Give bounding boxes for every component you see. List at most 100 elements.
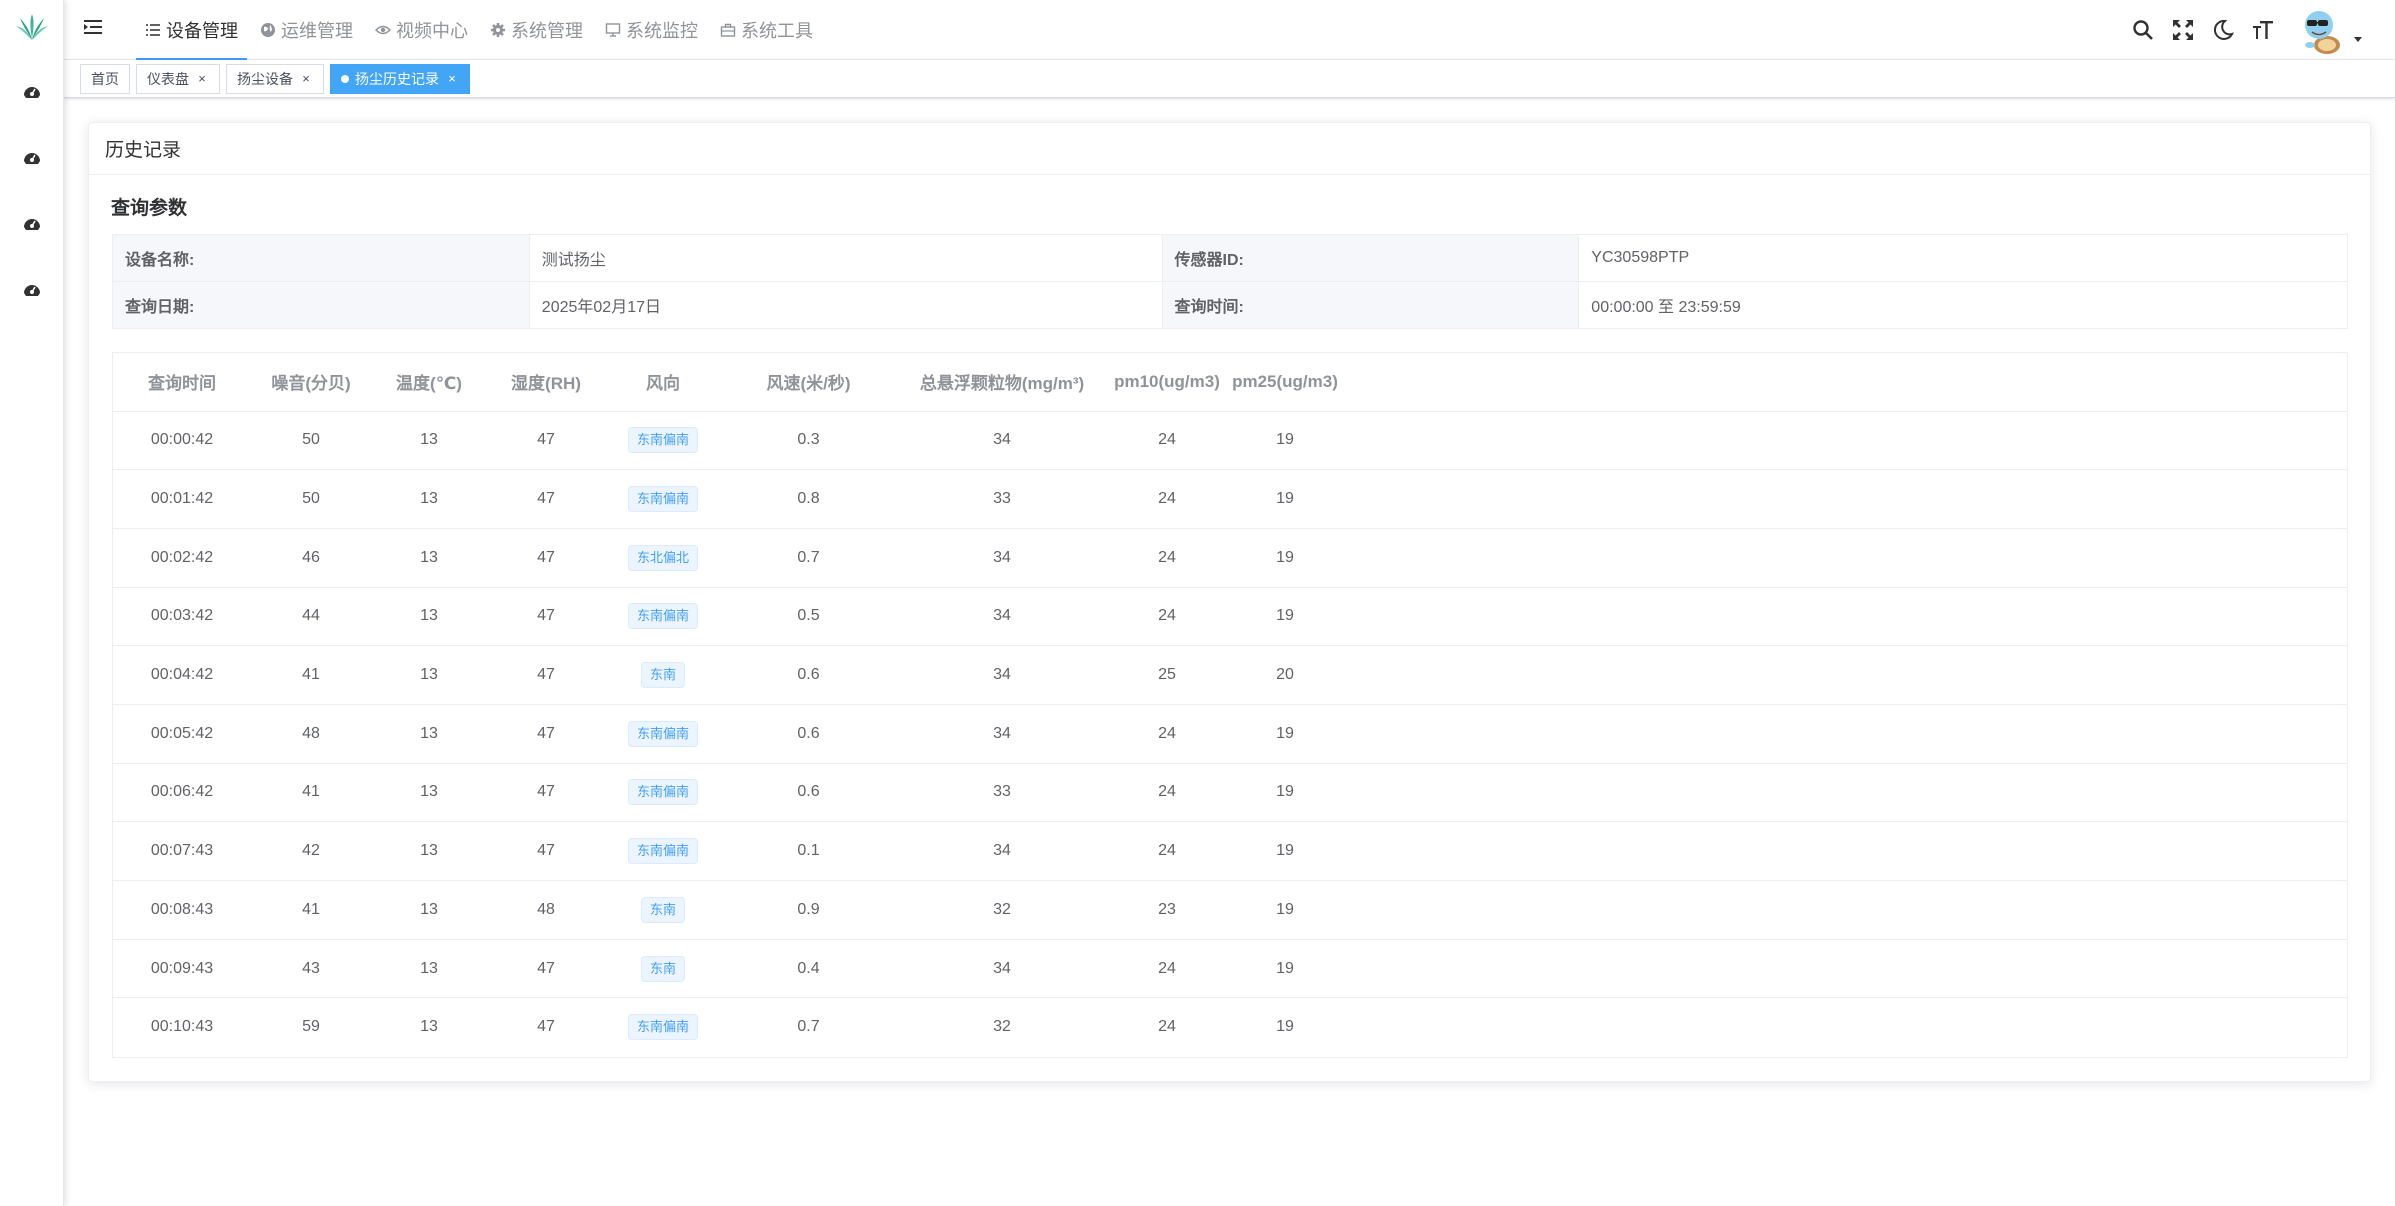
avatar[interactable] [2297, 5, 2347, 55]
menu-item-device-management[interactable]: 设备管理 [134, 0, 249, 60]
col-wind-direction-cell: 东北偏北 [605, 528, 721, 588]
menu-item-system-monitor[interactable]: 系统监控 [594, 0, 709, 60]
device-name-value: 测试扬尘 [528, 234, 1163, 282]
filler-cell [1344, 528, 2347, 588]
menu-item-label: 视频中心 [396, 21, 468, 41]
filler-cell [1344, 469, 2347, 529]
col-wind-direction-cell: 东南偏南 [605, 763, 721, 823]
wind-direction-tag: 东南偏南 [627, 486, 698, 513]
col-query-time-cell: 00:03:42 [113, 587, 251, 647]
col-query-time-cell: 00:07:43 [113, 821, 251, 881]
col-wind-direction-cell: 东南偏南 [605, 998, 721, 1057]
filler-cell [1344, 998, 2347, 1057]
col-pm10-cell: 23 [1108, 880, 1226, 940]
col-noise-cell: 50 [251, 469, 371, 529]
card-title: 历史记录 [105, 140, 182, 161]
col-pm10-cell: 24 [1108, 411, 1226, 471]
col-humidity-cell: 47 [487, 763, 605, 823]
history-card: 历史记录 查询参数 设备名称: 测试扬尘 传感器ID: YC30598PTP 查… [88, 122, 2371, 1082]
col-tsp-cell: 34 [896, 939, 1108, 999]
col-temperature-cell: 13 [371, 704, 487, 764]
col-wind-speed-cell: 0.1 [721, 821, 896, 881]
col-temperature-cell: 13 [420, 1018, 438, 1036]
menu-item-ops-management[interactable]: 运维管理 [249, 0, 364, 60]
theme-toggle-button[interactable] [2203, 10, 2243, 50]
col-wind-speed-cell: 0.6 [721, 645, 896, 705]
col-temperature-cell: 13 [371, 411, 487, 471]
menu-item-label: 系统工具 [741, 21, 813, 41]
tags-list: 首页 仪表盘 × 扬尘设备 × 扬尘历史记录 × [80, 64, 476, 94]
col-wind-speed-cell: 0.7 [797, 1018, 820, 1036]
menu-item-system-tools[interactable]: 系统工具 [709, 0, 824, 60]
col-pm25-header: pm25(ug/m3) [1226, 353, 1344, 412]
tag-dashboard[interactable]: 仪表盘 × [136, 64, 220, 94]
table-row: 00:10:43 59 13 47 东南偏南 0.7 32 24 19 [113, 998, 2347, 1057]
col-wind-direction-cell: 东南偏南 [605, 411, 721, 471]
wind-direction-tag: 东南偏南 [627, 838, 698, 865]
tag-dust-device[interactable]: 扬尘设备 × [226, 64, 324, 94]
table-row: 00:07:43 42 13 47 东南偏南 0.1 34 24 19 [113, 821, 2347, 881]
col-query-time-cell: 00:09:43 [113, 939, 251, 999]
wind-direction-tag: 东南偏南 [627, 1014, 698, 1041]
col-temperature-cell: 13 [371, 587, 487, 647]
col-wind-speed-cell: 0.6 [721, 704, 896, 764]
col-humidity-cell: 47 [487, 411, 605, 471]
col-pm25-cell: 19 [1226, 939, 1344, 999]
tag-home[interactable]: 首页 [80, 64, 130, 94]
col-tsp-cell: 33 [896, 763, 1108, 823]
col-pm25-cell: 19 [1276, 1018, 1294, 1036]
query-time-value: 00:00:00 至 23:59:59 [1578, 281, 2348, 329]
caret-down-icon[interactable] [2351, 32, 2365, 46]
device-name-label: 设备名称: [112, 234, 530, 282]
close-icon[interactable]: × [299, 71, 313, 86]
tag-dust-history[interactable]: 扬尘历史记录 × [330, 64, 470, 94]
col-wind-direction-cell: 东南偏南 [605, 821, 721, 881]
col-tsp-cell: 34 [896, 821, 1108, 881]
tag-label: 首页 [91, 71, 119, 87]
font-size-button[interactable] [2243, 10, 2283, 50]
menu-item-video-center[interactable]: 视频中心 [364, 0, 479, 60]
col-query-time-cell: 00:05:42 [113, 704, 251, 764]
fullscreen-button[interactable] [2163, 10, 2203, 50]
logo-icon[interactable] [14, 12, 50, 42]
col-humidity-cell: 47 [487, 645, 605, 705]
search-button[interactable] [2123, 10, 2163, 50]
col-tsp-cell: 32 [993, 1018, 1011, 1036]
col-noise-cell: 50 [251, 411, 371, 471]
gear-icon [491, 23, 505, 37]
col-pm10-cell: 24 [1108, 528, 1226, 588]
col-humidity-cell: 47 [487, 704, 605, 764]
col-tsp-cell: 34 [896, 645, 1108, 705]
sidebar-item-dashboard-3[interactable] [20, 212, 44, 236]
sidebar-item-dashboard-1[interactable] [20, 80, 44, 104]
hamburger-menu-icon[interactable] [82, 16, 104, 38]
wind-direction-tag: 东南偏南 [627, 720, 698, 747]
close-icon[interactable]: × [195, 71, 209, 86]
col-humidity-cell: 47 [487, 528, 605, 588]
card-header: 历史记录 [89, 123, 2370, 175]
col-query-time-cell: 00:01:42 [113, 469, 251, 529]
sidebar-item-dashboard-2[interactable] [20, 146, 44, 170]
col-pm25-cell: 19 [1226, 880, 1344, 940]
close-icon[interactable]: × [445, 71, 459, 86]
sidebar-item-dashboard-4[interactable] [20, 278, 44, 302]
dashboard-icon [24, 285, 40, 296]
col-humidity-cell: 48 [487, 880, 605, 940]
col-temperature-cell: 13 [371, 645, 487, 705]
col-wind-direction-cell: 东南偏南 [605, 587, 721, 647]
menu-item-system-management[interactable]: 系统管理 [479, 0, 594, 60]
section-title: 查询参数 [111, 198, 188, 219]
wind-direction-tag: 东南 [640, 662, 685, 689]
col-tsp-cell: 34 [896, 528, 1108, 588]
table-row: 00:01:42 50 13 47 东南偏南 0.8 33 24 19 [113, 469, 2347, 529]
col-pm10-cell: 24 [1108, 939, 1226, 999]
table-row: 00:06:42 41 13 47 东南偏南 0.6 33 24 19 [113, 763, 2347, 823]
sidebar [0, 0, 64, 1206]
filler-cell [1344, 880, 2347, 940]
wind-direction-tag: 东南偏南 [627, 603, 698, 630]
col-temperature-cell: 13 [371, 528, 487, 588]
filler-cell [1344, 763, 2347, 823]
query-params-table: 设备名称: 测试扬尘 传感器ID: YC30598PTP 查询日期: 2025年… [112, 234, 2348, 329]
menu-item-label: 设备管理 [166, 21, 238, 41]
active-dot-icon [341, 75, 349, 83]
